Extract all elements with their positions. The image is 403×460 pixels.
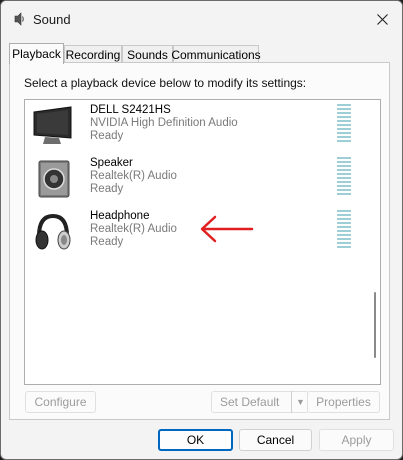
tab-label: Communications <box>171 47 261 62</box>
tab-sounds[interactable]: Sounds <box>122 45 173 63</box>
scrollbar-thumb[interactable] <box>374 292 376 358</box>
volume-meter <box>337 210 351 250</box>
monitor-icon <box>33 106 72 144</box>
button-label: OK <box>186 433 205 447</box>
button-label: Properties <box>316 395 371 409</box>
button-label: Apply <box>341 433 372 447</box>
device-status: Ready <box>90 236 124 248</box>
button-label: Configure <box>34 395 87 409</box>
ok-button[interactable]: OK <box>158 429 233 451</box>
device-list-scrollbar[interactable] <box>370 100 380 384</box>
chevron-down-icon: ▼ <box>296 397 305 407</box>
device-status: Ready <box>90 183 124 195</box>
tab-label: Playback <box>12 47 61 61</box>
close-button[interactable] <box>367 5 397 33</box>
tab-recording[interactable]: Recording <box>64 45 122 63</box>
device-item-dell[interactable]: DELL S2421HS NVIDIA High Definition Audi… <box>25 100 365 152</box>
device-item-speaker[interactable]: Speaker Realtek(R) Audio Ready <box>25 153 365 205</box>
volume-meter <box>337 104 351 144</box>
device-status: Ready <box>90 130 124 142</box>
configure-button[interactable]: Configure <box>25 391 96 413</box>
device-name: Headphone <box>90 210 150 222</box>
properties-button[interactable]: Properties <box>307 391 380 413</box>
tab-label: Sounds <box>127 47 168 62</box>
instruction-text: Select a playback device below to modify… <box>24 76 307 90</box>
apply-button[interactable]: Apply <box>319 429 394 451</box>
speaker-icon <box>38 160 70 198</box>
annotation-arrow-icon <box>200 215 254 243</box>
device-driver: Realtek(R) Audio <box>90 170 177 182</box>
title-bar[interactable]: Sound <box>1 1 402 37</box>
device-driver: NVIDIA High Definition Audio <box>90 117 238 129</box>
device-driver: Realtek(R) Audio <box>90 223 177 235</box>
headphone-icon <box>35 213 71 250</box>
device-item-headphone[interactable]: Headphone Realtek(R) Audio Ready <box>25 206 365 258</box>
close-icon <box>376 13 388 25</box>
tab-label: Recording <box>65 47 121 62</box>
tab-communications[interactable]: Communications <box>171 45 261 63</box>
cancel-button[interactable]: Cancel <box>239 429 312 451</box>
button-label: Set Default <box>220 395 280 409</box>
sound-dialog: Sound Playback Recording Sounds Communic… <box>0 0 403 460</box>
speaker-app-icon <box>14 12 24 26</box>
volume-meter <box>337 157 351 197</box>
tab-playback[interactable]: Playback <box>9 43 64 64</box>
button-label: Cancel <box>256 433 295 447</box>
window-title: Sound <box>33 12 71 27</box>
device-name: Speaker <box>90 157 133 169</box>
device-name: DELL S2421HS <box>90 104 171 116</box>
